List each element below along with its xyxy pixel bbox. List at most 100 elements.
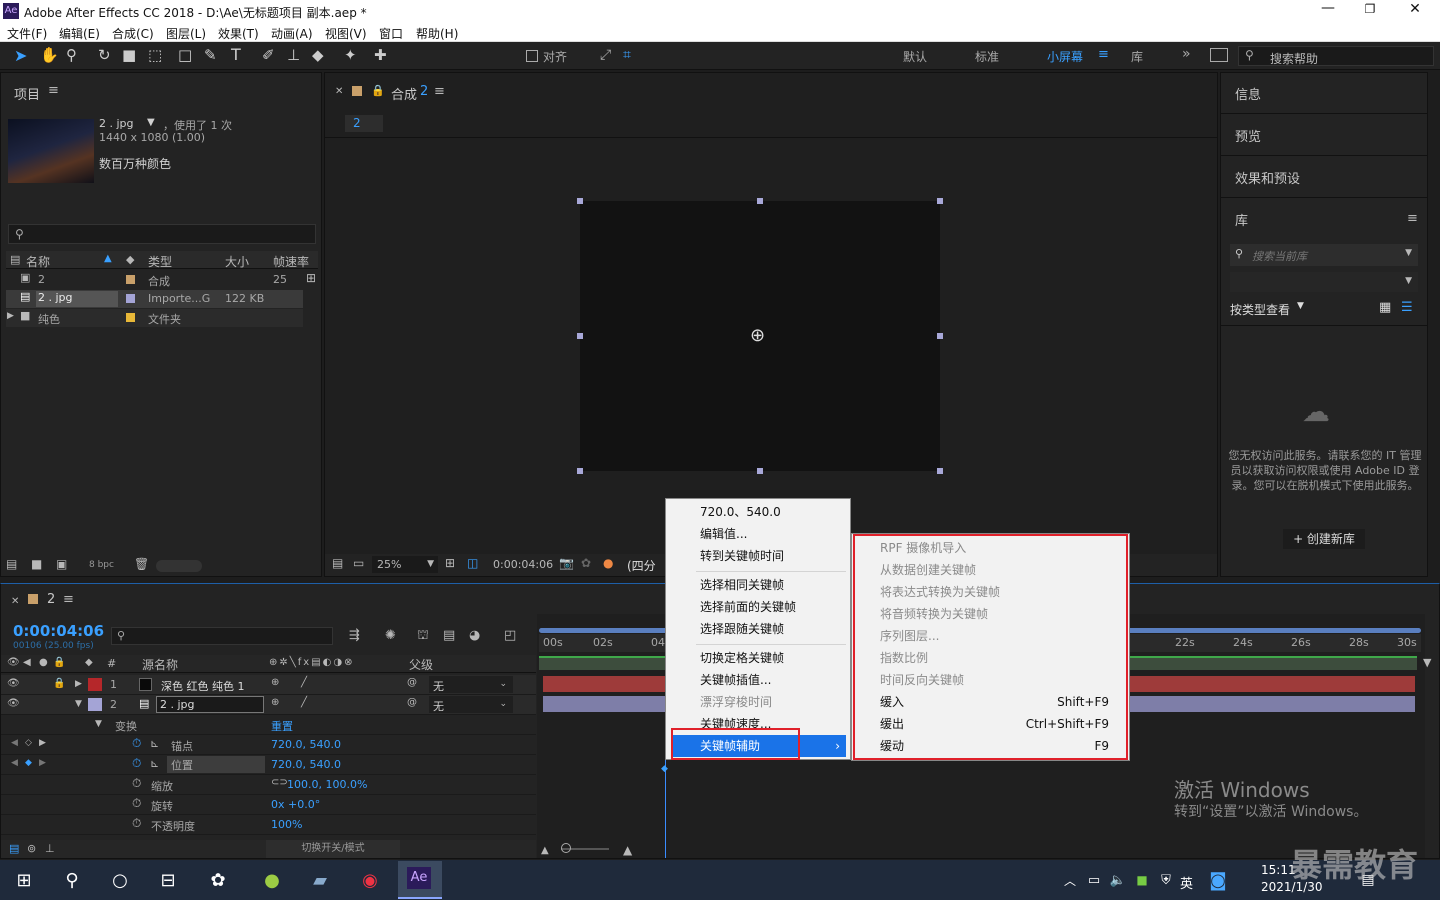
camera-tool-icon[interactable]: ■	[122, 46, 136, 64]
keyframe-icon[interactable]: ◆	[25, 758, 32, 768]
pen-tool-icon[interactable]: ✎	[204, 46, 217, 64]
property-value[interactable]: 720.0, 540.0	[271, 758, 341, 771]
workspace-small-screen[interactable]: 小屏幕	[1047, 48, 1083, 65]
link-icon[interactable]: ⊂⊃	[271, 777, 288, 788]
expand-arrow-icon[interactable]: ▶	[75, 679, 82, 689]
in-out-icon[interactable]: ⊥	[45, 842, 55, 855]
transform-handle[interactable]	[757, 468, 763, 474]
project-row[interactable]: ▣ 2 合成 25 ⊞	[6, 271, 318, 289]
visibility-eye-icon[interactable]: 👁	[7, 698, 20, 709]
search-icon[interactable]: ⚲	[58, 866, 86, 894]
cortana-icon[interactable]: ○	[106, 866, 134, 894]
grid-icon[interactable]: ⊞	[445, 556, 455, 570]
timeline-timecode[interactable]: 0:00:04:06	[13, 622, 104, 640]
collapse-arrow-icon[interactable]: ▼	[75, 699, 82, 709]
header-name[interactable]: 名称	[26, 253, 50, 270]
expand-arrow-icon[interactable]: ▶	[7, 311, 14, 321]
quality-switch-icon[interactable]: ╱	[301, 677, 307, 688]
sort-asc-icon[interactable]: ▲	[104, 253, 112, 264]
view-label[interactable]: (四分	[627, 557, 656, 574]
close-tab-icon[interactable]: ✕	[335, 86, 343, 97]
chrome-icon[interactable]: ◉	[356, 866, 384, 894]
header-fps[interactable]: 帧速率	[273, 253, 309, 270]
security-icon[interactable]: ⛨	[1152, 866, 1180, 894]
property-row[interactable]: ⏱ 不透明度 100%	[1, 815, 536, 835]
shy-switch-icon[interactable]: ⊕	[271, 697, 279, 708]
effects-panel-title[interactable]: 效果和预设	[1235, 168, 1300, 187]
current-time[interactable]: 0:00:04:06	[493, 558, 553, 571]
property-row[interactable]: ◀ ◇ ▶ ⏱ ⊾ 锚点 720.0, 540.0	[1, 735, 536, 755]
help-search-box[interactable]: ⚲ 搜索帮助	[1238, 46, 1434, 66]
create-library-button[interactable]: + 创建新库	[1283, 529, 1365, 549]
keyframe-marker-icon[interactable]: ◆	[661, 764, 668, 774]
frame-blending-icon[interactable]: ▤	[443, 628, 455, 643]
new-folder-icon[interactable]: ■	[31, 557, 42, 571]
stopwatch-icon[interactable]: ⏱	[132, 736, 141, 751]
project-row[interactable]: ▤ 2 . jpg Importe...G 122 KB	[6, 290, 303, 308]
zoom-dropdown[interactable]: 25% ▼	[372, 556, 438, 573]
graph-icon[interactable]: ⊾	[150, 737, 159, 750]
zoom-out-icon[interactable]: ▲	[541, 845, 549, 856]
more-workspaces-icon[interactable]: »	[1182, 46, 1191, 62]
next-keyframe-icon[interactable]: ▶	[39, 738, 46, 748]
preview-panel-title[interactable]: 预览	[1235, 126, 1261, 145]
app-book-icon[interactable]: ▰	[306, 866, 334, 894]
property-row[interactable]: ◀ ◆ ▶ ⏱ ⊾ 位置 720.0, 540.0	[1, 755, 536, 775]
start-icon[interactable]: ⊞	[10, 866, 38, 894]
zoom-in-icon[interactable]: ▲	[623, 843, 632, 857]
graph-icon[interactable]: ⊾	[150, 757, 159, 770]
menu-view[interactable]: 视图(V)	[325, 25, 367, 42]
property-value[interactable]: 100%	[271, 818, 302, 831]
eraser-tool-icon[interactable]: ◆	[312, 46, 324, 64]
bpc-label[interactable]: 8 bpc	[89, 560, 114, 570]
new-comp-icon[interactable]: ▣	[56, 557, 67, 571]
workspace-standard[interactable]: 标准	[975, 48, 999, 65]
library-panel-title[interactable]: 库	[1235, 210, 1248, 229]
transform-handle[interactable]	[577, 468, 583, 474]
workspace-menu-icon[interactable]: ≡	[1098, 47, 1109, 62]
type-tool-icon[interactable]: T	[231, 45, 241, 64]
lock-icon[interactable]: 🔒	[371, 84, 385, 97]
panel-menu-icon[interactable]: ≡	[48, 83, 59, 98]
roto-brush-tool-icon[interactable]: ✦	[344, 46, 357, 64]
stopwatch-icon[interactable]: ⏱	[132, 796, 141, 811]
anchor-point-icon[interactable]: ⊕	[750, 325, 765, 346]
snap-icon[interactable]: ⌗	[623, 47, 631, 63]
zoom-slider-handle[interactable]	[561, 843, 571, 853]
transform-handle[interactable]	[577, 333, 583, 339]
align-checkbox[interactable]	[526, 50, 538, 62]
app-melon-icon[interactable]: ●	[258, 866, 286, 894]
prev-keyframe-icon[interactable]: ◀	[11, 738, 18, 748]
comp-marker-icon[interactable]: ▼	[1423, 656, 1431, 669]
panel-menu-icon[interactable]: ≡	[1407, 211, 1418, 226]
workspace-default[interactable]: 默认	[903, 48, 927, 65]
menu-layer[interactable]: 图层(L)	[166, 25, 206, 42]
rectangle-tool-icon[interactable]: □	[178, 46, 192, 64]
library-search-input[interactable]: ⚲ 搜索当前库 ▼	[1230, 244, 1418, 266]
menu-item-rove[interactable]: 漂浮穿梭时间	[666, 691, 850, 713]
clone-stamp-tool-icon[interactable]: ⊥	[287, 46, 300, 64]
puppet-tool-icon[interactable]: ✚	[374, 46, 387, 64]
project-search-input[interactable]: ⚲	[8, 224, 316, 244]
menu-item-goto-keyframe-time[interactable]: 转到关键帧时间	[666, 545, 850, 567]
close-icon[interactable]: ✕	[1406, 1, 1424, 19]
thumbnail-slider[interactable]	[156, 560, 202, 572]
source-name-header[interactable]: 源名称	[142, 656, 178, 673]
show-snapshot-icon[interactable]: ✿	[581, 556, 591, 570]
quality-switch-icon[interactable]: ╱	[301, 697, 307, 708]
menu-item-select-following[interactable]: 选择跟随关键帧	[666, 618, 850, 640]
transform-handle[interactable]	[577, 198, 583, 204]
transform-handle[interactable]	[937, 333, 943, 339]
transform-handle[interactable]	[757, 198, 763, 204]
pick-whip-icon[interactable]: @	[407, 677, 417, 688]
layer-row[interactable]: 👁 🔒 ▶ 1 深色 红色 纯色 1 ⊕ ╱ @ 无 ⌄	[1, 675, 536, 695]
stopwatch-icon[interactable]: ⏱	[132, 816, 141, 831]
monitor-icon[interactable]: ▭	[353, 556, 364, 570]
property-value[interactable]: 0x +0.0°	[271, 798, 320, 811]
comp-subtab[interactable]: 2	[345, 115, 383, 132]
panel-menu-icon[interactable]: ≡	[63, 592, 74, 607]
info-panel-title[interactable]: 信息	[1235, 84, 1261, 103]
qq-icon[interactable]: ◙	[1204, 866, 1232, 894]
stopwatch-icon[interactable]: ⏱	[132, 756, 141, 771]
transform-handle[interactable]	[937, 198, 943, 204]
